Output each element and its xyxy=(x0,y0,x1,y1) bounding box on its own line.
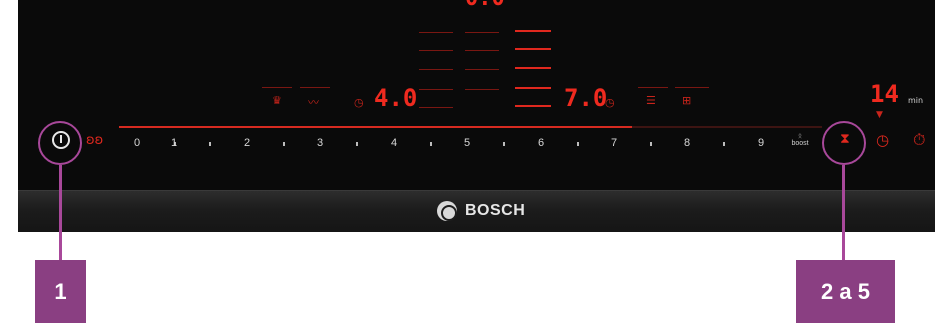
scale-label[interactable]: 7 xyxy=(611,137,617,149)
zone-level-mark xyxy=(419,89,453,90)
zone-level-mark xyxy=(465,32,499,33)
power-slider-track[interactable] xyxy=(119,126,632,128)
crown-icon: ♛ xyxy=(272,94,282,107)
scale-tick xyxy=(650,142,652,146)
scale-label[interactable]: 5 xyxy=(464,137,470,149)
scale-tick xyxy=(723,142,725,146)
zone-level-mark xyxy=(515,48,551,50)
scale-label[interactable]: 6 xyxy=(538,137,544,149)
clock-icon: ◷ xyxy=(354,96,364,109)
timer-indicator-icon: ▼ xyxy=(876,110,883,120)
power-callout-circle xyxy=(38,121,82,165)
right-power-display: 7.0 xyxy=(564,84,608,112)
scale-label[interactable]: 3 xyxy=(317,137,323,149)
clock-icon[interactable]: ◷ xyxy=(876,131,889,149)
zone-level-mark xyxy=(515,105,551,107)
boost-button[interactable]: ᛟ boost xyxy=(788,133,812,148)
clock-icon: ◷ xyxy=(605,96,615,109)
zone-level-mark xyxy=(419,50,453,51)
power-callout-label: 1 xyxy=(35,260,86,323)
timer-callout-label: 2 a 5 xyxy=(796,260,895,323)
bosch-logo-icon xyxy=(437,201,457,221)
timer-value-display: 14 xyxy=(870,80,899,108)
function-underline xyxy=(300,87,330,88)
boost-label: boost xyxy=(791,140,809,147)
cooktop-frame: BOSCH xyxy=(18,190,935,232)
power-callout-line xyxy=(59,165,62,261)
scale-label[interactable]: 4 xyxy=(391,137,397,149)
zone-level-mark xyxy=(465,89,499,90)
top-value-display: 0.0 xyxy=(465,0,505,11)
timer-unit-label: min xyxy=(908,96,924,105)
cooktop-panel: 0.0 ♛ 〰 ◷ 4.0 7.0 ◷ ☰ ⊞ 14 min ▼ ʚʚ 0 1 … xyxy=(18,0,935,190)
child-lock-icon[interactable]: ʚʚ xyxy=(86,133,103,148)
list-icon: ☰ xyxy=(646,94,656,107)
zone-level-mark xyxy=(465,50,499,51)
scale-tick xyxy=(209,142,211,146)
zone-level-mark xyxy=(419,107,453,108)
sensor-icon: ⊞ xyxy=(682,94,692,107)
scale-tick xyxy=(356,142,358,146)
timer-callout-circle xyxy=(822,121,866,165)
stopwatch-icon[interactable]: ⏱ xyxy=(913,130,925,150)
left-power-display: 4.0 xyxy=(374,84,418,112)
power-slider-track-dim xyxy=(632,126,822,128)
zone-level-mark xyxy=(419,69,453,70)
zone-level-mark xyxy=(419,32,453,33)
function-underline xyxy=(262,87,292,88)
function-underline xyxy=(675,87,709,88)
function-underline xyxy=(638,87,668,88)
scale-label[interactable]: 1 xyxy=(171,137,177,149)
scale-tick xyxy=(283,142,285,146)
brand-name: BOSCH xyxy=(465,202,526,219)
scale-label[interactable]: 2 xyxy=(244,137,250,149)
zone-level-mark xyxy=(515,30,551,32)
zone-level-mark xyxy=(515,87,551,89)
wave-icon: 〰 xyxy=(308,96,319,109)
boost-icon: ᛟ xyxy=(797,132,803,140)
brand: BOSCH xyxy=(437,201,525,221)
scale-tick xyxy=(430,142,432,146)
timer-callout-line xyxy=(842,165,845,261)
zone-level-mark xyxy=(465,69,499,70)
scale-tick xyxy=(577,142,579,146)
scale-label[interactable]: 9 xyxy=(758,137,764,149)
scale-tick xyxy=(503,142,505,146)
scale-label[interactable]: 8 xyxy=(684,137,690,149)
zone-level-mark xyxy=(515,67,551,69)
scale-label[interactable]: 0 xyxy=(134,137,140,149)
